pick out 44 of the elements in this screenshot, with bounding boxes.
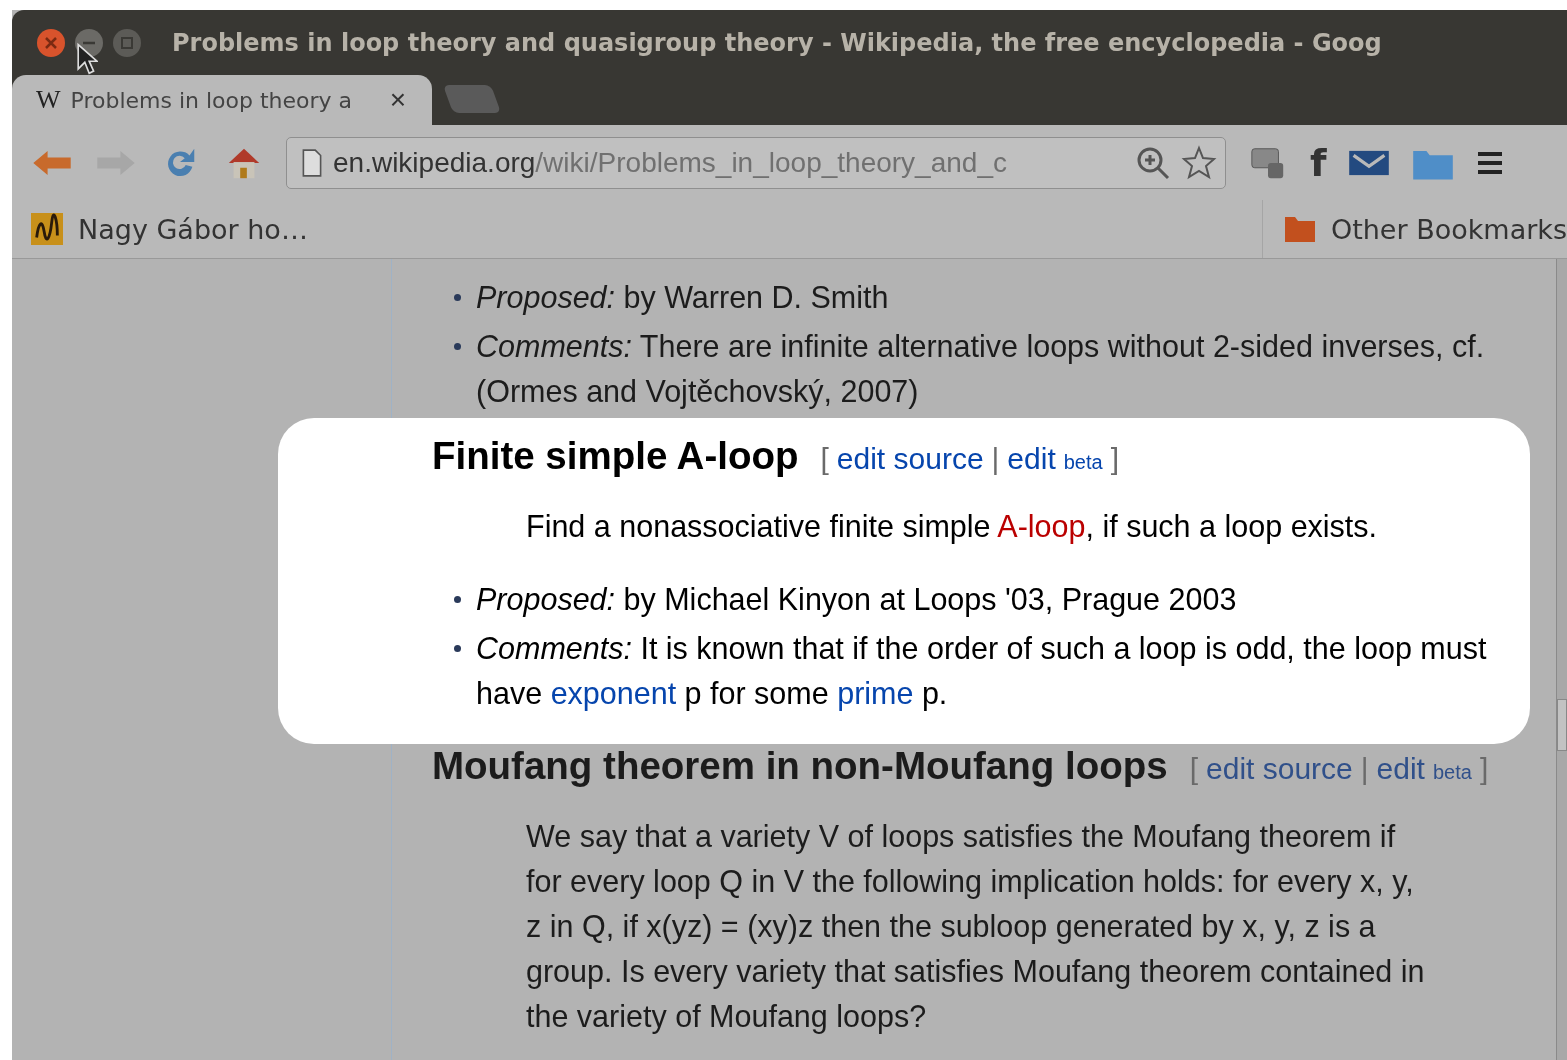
bookmark-item[interactable]: Nagy Gábor ho… (30, 213, 308, 245)
article-link[interactable]: A-loop (997, 509, 1086, 543)
article-link[interactable]: prime (837, 676, 914, 710)
page-icon (301, 148, 323, 177)
mouse-cursor-icon (76, 42, 98, 76)
edit-source-link[interactable]: edit source (836, 442, 984, 476)
bracket-text: [ (820, 442, 829, 476)
tab-favicon: W (36, 85, 61, 115)
problem-statement: We say that a variety V of loops satisfies the Moufang theorem if for every loop Q in V the following implication holds: for every x, y, z in Q, if x(yz) = (xy)z then the subloop generated by x, y, z is a group. Is every variety that satisfies Moufang theorem contained in the variety of Moufang loops? (526, 818, 1426, 1036)
browser-tab[interactable]: W Problems in loop theory a × (12, 75, 432, 125)
bullet-icon (454, 294, 461, 301)
bullet-icon (454, 645, 461, 652)
bracket-text: ] (1479, 752, 1489, 786)
bracket-text: ] (1110, 442, 1119, 476)
bullet-icon (454, 596, 461, 603)
site-favicon-icon (30, 213, 64, 245)
address-bar[interactable]: en.wikipedia.org/wiki/Problems_in_loop_theory_and_c (286, 136, 1226, 189)
list-item-text: Comments: It is known that if the order of such a loop is odd, the loop must have exponent p for some prime p. (476, 630, 1488, 713)
separator-text: | (1360, 752, 1369, 786)
article-link[interactable]: exponent (550, 676, 677, 710)
bracket-text: [ (1189, 752, 1199, 786)
url-text: en.wikipedia.org/wiki/Problems_in_loop_theory_and_c (333, 146, 1008, 179)
list-item-text: Proposed: by Michael Kinyon at Loops '03, Prague 2003 (476, 581, 1237, 619)
edit-link[interactable]: edit (1376, 752, 1425, 786)
beta-label: beta (1063, 451, 1103, 474)
star-icon[interactable] (1181, 144, 1217, 181)
bullet-icon (454, 343, 461, 350)
tab-title: Problems in loop theory a (70, 87, 354, 113)
scrollbar[interactable] (1556, 259, 1567, 1060)
list-item-text: Comments: There are infinite alternative loops without 2-sided inverses, cf. (Ormes and Vojtěchovský, 2007) (476, 328, 1486, 411)
problem-statement: Find a nonassociative finite simple A-loop, if such a loop exists. (526, 508, 1379, 546)
section-heading: Moufang theorem in non-Moufang loops (432, 744, 1168, 788)
tab-close-button[interactable]: × (389, 84, 406, 116)
edit-link[interactable]: edit (1007, 442, 1056, 476)
window-title: Problems in loop theory and quasigroup theory - Wikipedia, the free encyclopedia - Goog (172, 28, 1382, 57)
list-item-text: Proposed: by Warren D. Smith (476, 279, 889, 317)
section-heading: Finite simple A-loop (432, 434, 799, 478)
beta-label: beta (1432, 761, 1472, 784)
separator-text: | (991, 442, 1000, 476)
close-icon[interactable] (36, 27, 66, 58)
facebook-icon[interactable]: f (1310, 143, 1327, 182)
bookmark-item[interactable]: Other Bookmarks (1261, 200, 1567, 258)
maximize-icon[interactable] (112, 27, 142, 58)
edit-source-link[interactable]: edit source (1206, 752, 1353, 786)
